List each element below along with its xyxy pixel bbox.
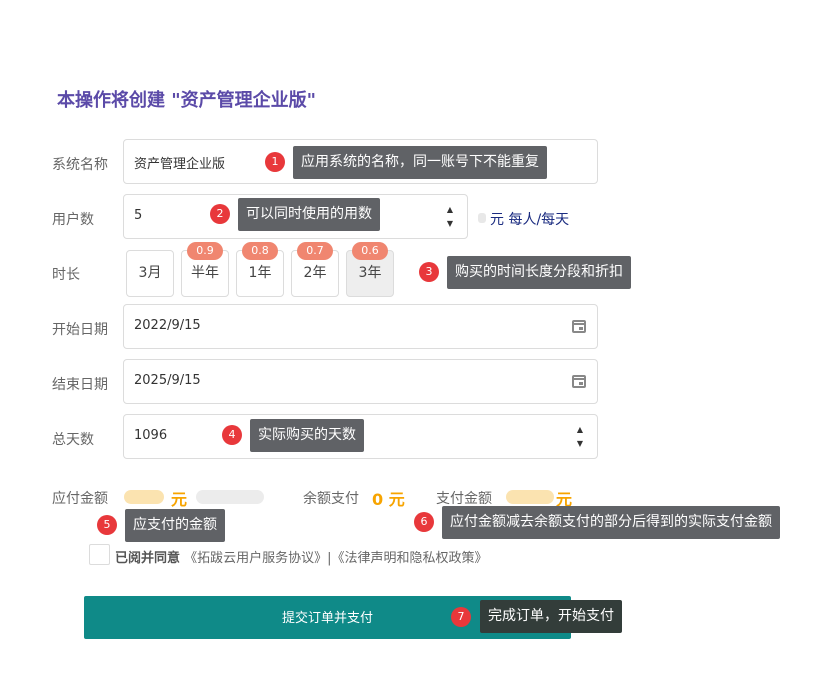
- duration-label: 时长: [52, 267, 80, 283]
- payable-label: 应付金额: [52, 491, 108, 507]
- calendar-icon[interactable]: [572, 375, 586, 388]
- annotation-tip-6: 应付金额减去余额支付的部分后得到的实际支付金额: [442, 506, 780, 539]
- blurred-region: [196, 490, 264, 504]
- annotation-tip-7: 完成订单，开始支付: [480, 600, 622, 633]
- discount-badge-6m: 0.9: [187, 242, 223, 260]
- total-days-label: 总天数: [52, 432, 94, 448]
- unit-price-suffix: 元 每人/每天: [490, 212, 570, 228]
- system-name-label: 系统名称: [52, 157, 108, 173]
- agreement-text: 已阅并同意 《拓跋云用户服务协议》|《法律声明和隐私权政策》: [115, 547, 488, 566]
- annotation-badge-6: 6: [414, 512, 434, 532]
- pay-amount-label: 支付金额: [436, 491, 492, 507]
- blurred-unit-price: [478, 213, 486, 223]
- annotation-tip-2: 可以同时使用的用数: [238, 198, 380, 231]
- calendar-icon[interactable]: [572, 320, 586, 333]
- annotation-tip-1: 应用系统的名称，同一账号下不能重复: [293, 146, 547, 179]
- annotation-badge-7: 7: [451, 607, 471, 627]
- pay-amount-blurred: [506, 490, 554, 504]
- discount-badge-2y: 0.7: [297, 242, 333, 260]
- chevron-down-icon[interactable]: ▼: [573, 437, 587, 451]
- annotation-badge-4: 4: [222, 425, 242, 445]
- start-date-value: 2022/9/15: [134, 318, 201, 333]
- user-count-label: 用户数: [52, 212, 94, 228]
- annotation-badge-5: 5: [97, 515, 117, 535]
- annotation-tip-4: 实际购买的天数: [250, 419, 364, 452]
- discount-badge-1y: 0.8: [242, 242, 278, 260]
- agreement-links[interactable]: 《拓跋云用户服务协议》|《法律声明和隐私权政策》: [184, 551, 487, 566]
- start-date-label: 开始日期: [52, 322, 108, 338]
- total-days-value: 1096: [134, 428, 168, 443]
- balance-value: 0 元: [372, 490, 405, 509]
- payable-amount-blurred: [124, 490, 164, 504]
- payable-unit: 元: [171, 490, 188, 509]
- system-name-value: 资产管理企业版: [134, 157, 226, 172]
- page-title: 本操作将创建 "资产管理企业版": [57, 90, 317, 111]
- user-count-value: 5: [134, 208, 143, 223]
- chevron-up-icon[interactable]: ▲: [573, 423, 587, 437]
- user-count-stepper[interactable]: ▲ ▼: [443, 203, 457, 231]
- annotation-badge-3: 3: [419, 262, 439, 282]
- agree-prefix: 已阅并同意: [115, 551, 181, 566]
- start-date-input[interactable]: 2022/9/15: [123, 304, 598, 349]
- balance-label: 余额支付: [303, 491, 359, 507]
- total-days-stepper[interactable]: ▲ ▼: [573, 423, 587, 451]
- end-date-input[interactable]: 2025/9/15: [123, 359, 598, 404]
- chevron-up-icon[interactable]: ▲: [443, 203, 457, 217]
- duration-option-3m[interactable]: 3月: [126, 250, 174, 297]
- agree-checkbox[interactable]: [89, 544, 110, 565]
- end-date-value: 2025/9/15: [134, 373, 201, 388]
- annotation-badge-2: 2: [210, 204, 230, 224]
- annotation-badge-1: 1: [265, 152, 285, 172]
- end-date-label: 结束日期: [52, 377, 108, 393]
- annotation-tip-5: 应支付的金额: [125, 509, 225, 542]
- chevron-down-icon[interactable]: ▼: [443, 217, 457, 231]
- annotation-tip-3: 购买的时间长度分段和折扣: [447, 256, 631, 289]
- discount-badge-3y: 0.6: [352, 242, 388, 260]
